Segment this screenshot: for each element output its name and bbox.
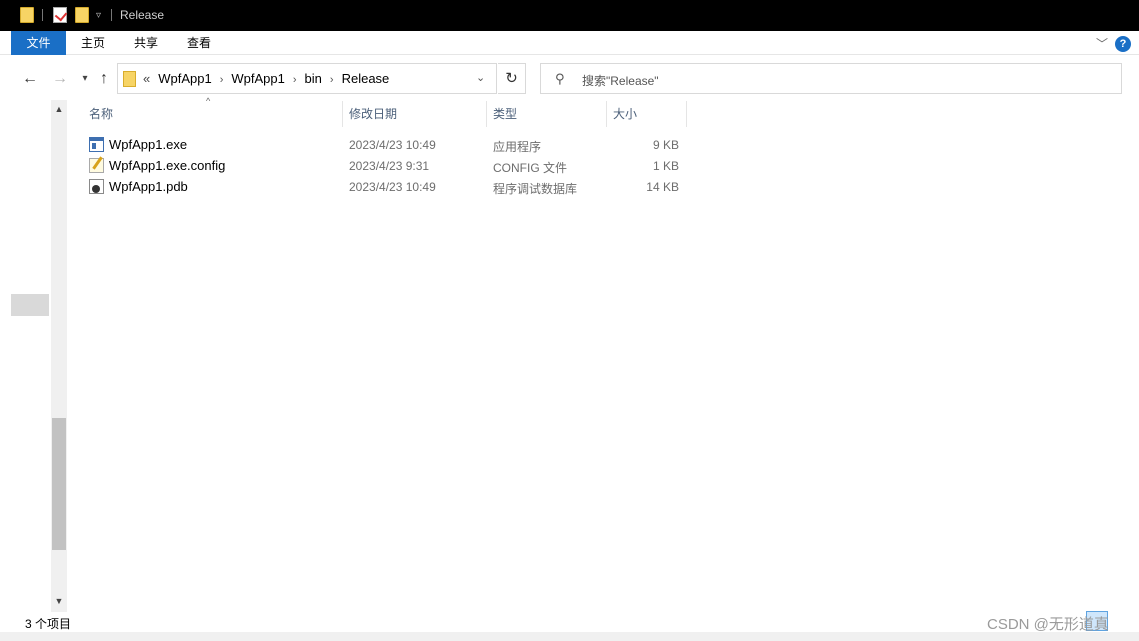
chevron-right-icon[interactable]: › [293, 74, 297, 86]
breadcrumb-item[interactable]: WpfApp1 [231, 71, 284, 86]
divider [42, 9, 43, 21]
file-type: CONFIG 文件 [493, 161, 567, 175]
help-icon[interactable]: ? [1115, 36, 1131, 52]
expand-ribbon-icon[interactable]: ﹀ [1096, 35, 1108, 52]
file-size: 1 KB [652, 159, 679, 173]
search-icon: ⚲ [555, 71, 565, 86]
breadcrumb-item[interactable]: Release [342, 71, 390, 86]
address-dropdown-icon[interactable]: ⌄ [476, 71, 485, 84]
scrollbar-thumb[interactable] [52, 418, 66, 550]
nav-pane-selected-item[interactable] [11, 294, 49, 316]
column-divider[interactable] [686, 101, 687, 127]
breadcrumb-item[interactable]: WpfApp1 [158, 71, 211, 86]
folder-icon[interactable] [20, 7, 34, 23]
column-header-type[interactable]: 类型 [487, 101, 606, 127]
back-arrow-icon[interactable]: ← [20, 67, 40, 91]
file-row[interactable]: WpfApp1.exe.config 2023/4/23 9:31 CONFIG… [83, 155, 688, 176]
scroll-up-icon[interactable]: ▲ [51, 104, 67, 114]
column-header-name[interactable]: 名称 [83, 101, 342, 127]
divider [111, 9, 112, 21]
item-count: 3 个项目 [25, 617, 72, 631]
config-file-icon [89, 158, 104, 173]
tab-share[interactable]: 共享 [125, 31, 167, 55]
address-bar[interactable]: « WpfApp1 › WpfApp1 › bin › Release ⌄ [117, 63, 497, 94]
search-placeholder: 搜索"Release" [582, 74, 659, 88]
file-row[interactable]: WpfApp1.exe 2023/4/23 10:49 应用程序 9 KB [83, 134, 688, 155]
up-arrow-icon[interactable]: ↑ [94, 67, 114, 91]
customize-quick-access-icon[interactable]: ▿ [96, 10, 101, 21]
file-size: 14 KB [646, 180, 679, 194]
file-date: 2023/4/23 10:49 [349, 138, 436, 152]
column-header-size[interactable]: 大小 [607, 101, 686, 127]
file-name: WpfApp1.exe [109, 137, 188, 152]
new-folder-icon[interactable] [75, 7, 89, 23]
tab-file[interactable]: 文件 [11, 31, 66, 55]
file-name: WpfApp1.pdb [109, 179, 188, 194]
file-row[interactable]: WpfApp1.pdb 2023/4/23 10:49 程序调试数据库 14 K… [83, 176, 688, 197]
watermark: CSDN @无形道真 [987, 616, 1109, 633]
window-title: Release [120, 8, 165, 22]
file-size: 9 KB [652, 138, 679, 152]
chevron-right-icon[interactable]: › [330, 74, 334, 86]
refresh-icon[interactable]: ↻ [498, 63, 526, 94]
exe-icon [89, 137, 104, 152]
file-date: 2023/4/23 10:49 [349, 180, 436, 194]
nav-pane-scrollbar[interactable]: ▲ ▼ [51, 100, 67, 612]
folder-icon [123, 71, 136, 87]
forward-arrow-icon[interactable]: → [50, 67, 70, 91]
pdb-file-icon [89, 179, 104, 194]
file-type: 应用程序 [493, 140, 542, 154]
chevron-right-icon[interactable]: › [220, 74, 224, 86]
tab-home[interactable]: 主页 [72, 31, 114, 55]
search-input[interactable]: ⚲ 搜索"Release" [540, 63, 1122, 94]
window-bottom-edge [0, 632, 1139, 641]
file-name: WpfApp1.exe.config [109, 158, 226, 173]
breadcrumb-overflow[interactable]: « [143, 71, 150, 86]
ribbon-tabs: 文件 主页 共享 查看 ﹀ ? [0, 31, 1139, 55]
recent-locations-chevron-icon[interactable]: ▾ [78, 67, 92, 91]
properties-icon[interactable] [53, 7, 67, 23]
tab-view[interactable]: 查看 [178, 31, 220, 55]
file-type: 程序调试数据库 [493, 182, 578, 196]
file-date: 2023/4/23 9:31 [349, 159, 430, 173]
title-bar: ▿ Release [0, 0, 1139, 31]
column-header-date[interactable]: 修改日期 [343, 101, 486, 127]
breadcrumb: « WpfApp1 › WpfApp1 › bin › Release [143, 71, 389, 86]
breadcrumb-item[interactable]: bin [305, 71, 322, 86]
scroll-down-icon[interactable]: ▼ [51, 596, 67, 606]
